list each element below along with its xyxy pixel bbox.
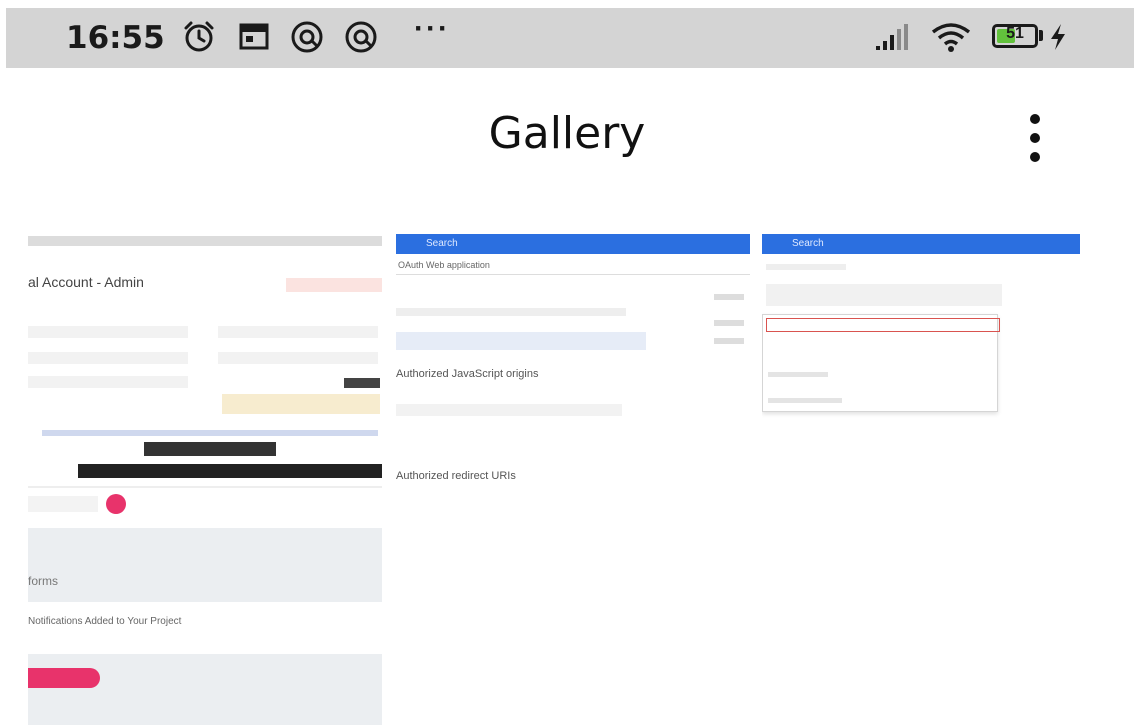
form-field [218, 326, 378, 338]
checkbox-line [42, 430, 378, 436]
warning-text [222, 394, 380, 414]
vpn-icon [345, 21, 377, 53]
info-callout [396, 332, 646, 350]
side-label [714, 294, 744, 300]
search-bar: Search [762, 234, 1080, 254]
calendar-icon [239, 23, 269, 50]
battery-nub [1039, 30, 1043, 41]
text-block [766, 284, 1002, 306]
status-time: 16:55 [66, 20, 165, 56]
bottom-panel [28, 654, 382, 725]
more-notifications-indicator: ··· [414, 12, 450, 45]
charging-icon [1051, 24, 1065, 50]
side-label [714, 320, 744, 326]
signal-icon [876, 24, 908, 50]
menu-item [768, 398, 842, 403]
form-field [218, 352, 378, 364]
text-line [766, 264, 846, 270]
divider [396, 274, 750, 275]
selected-input [766, 318, 1000, 332]
save-button [144, 442, 276, 456]
alarm-icon [184, 21, 214, 52]
forms-label: forms [28, 574, 58, 588]
menu-item [768, 372, 828, 377]
gallery-tile-screenshot-3[interactable]: Search [762, 234, 1112, 725]
app-heading: OAuth Web application [398, 260, 490, 270]
gallery-tile-screenshot-2[interactable]: Search OAuth Web application Authorized … [396, 234, 750, 725]
text-line [396, 308, 626, 316]
form-field [28, 352, 188, 364]
browser-tab-strip [28, 236, 382, 246]
redirect-label: Authorized redirect URIs [396, 470, 516, 482]
divider [28, 486, 382, 488]
more-vert-dot [1030, 133, 1040, 143]
gallery-tile-screenshot-1[interactable]: al Account - Admin forms Notifications A… [28, 234, 382, 725]
search-bar: Search [396, 234, 750, 254]
warning-chip [286, 278, 382, 292]
pink-button [28, 668, 100, 688]
form-button [344, 378, 380, 388]
more-vert-icon [1030, 114, 1040, 124]
status-bar: 16:55 ··· 51 [6, 8, 1134, 68]
side-label [714, 338, 744, 344]
info-panel [28, 528, 382, 602]
page-title: Gallery [488, 108, 646, 159]
uri-field [396, 404, 622, 416]
more-vert-dot [1030, 152, 1040, 162]
vpn-icon [291, 21, 323, 53]
battery-level: 51 [1006, 25, 1024, 42]
origins-label: Authorized JavaScript origins [396, 368, 539, 380]
form-field [28, 326, 188, 338]
add-fab [106, 494, 126, 514]
dropdown [28, 496, 98, 512]
wifi-icon [931, 23, 971, 52]
notifications-label: Notifications Added to Your Project [28, 616, 182, 627]
account-heading: al Account - Admin [28, 274, 144, 290]
taskbar [78, 464, 382, 478]
more-options-button[interactable] [1020, 114, 1050, 162]
form-field [28, 376, 188, 388]
battery-icon: 51 [992, 24, 1038, 48]
